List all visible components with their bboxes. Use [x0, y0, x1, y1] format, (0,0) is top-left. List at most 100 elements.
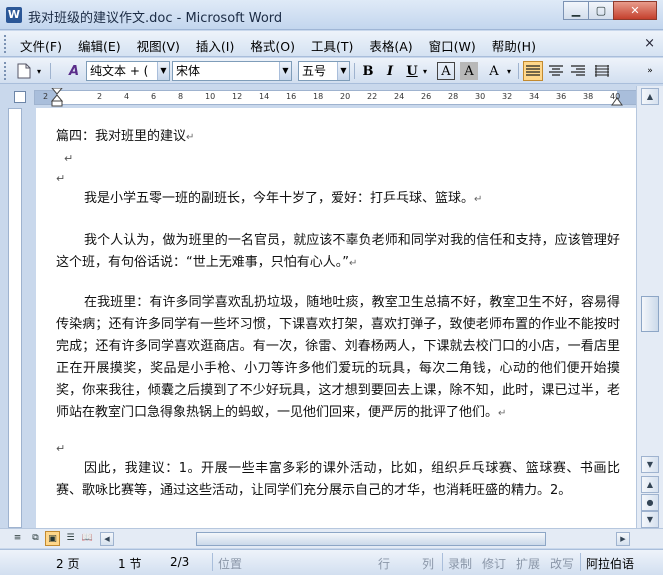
menu-insert[interactable]: 插入(I)	[190, 36, 240, 55]
vertical-scroll-thumb[interactable]	[641, 296, 659, 332]
status-bar: 2 页 1 节 2/3 位置 行 列 录制 修订 扩展 改写 阿拉伯语	[0, 549, 663, 575]
scroll-right-button[interactable]: ▶	[616, 532, 630, 546]
menu-table[interactable]: 表格(A)	[363, 36, 418, 55]
record-macro-indicator[interactable]: 录制	[448, 555, 472, 572]
paragraph-2[interactable]: 我个人认为，做为班里的一名官员，就应该不辜负老师和同学对我的信任和支持，应该管理…	[56, 230, 620, 275]
bold-button[interactable]: B	[358, 61, 378, 81]
chevron-down-icon[interactable]: ▼	[279, 62, 291, 80]
word-app-icon[interactable]: W	[6, 7, 22, 23]
menu-help[interactable]: 帮助(H)	[486, 36, 542, 55]
style-combo[interactable]: 纯文本 + ( ▼	[86, 61, 170, 81]
menu-grip[interactable]	[4, 35, 8, 53]
indent-marker-icon[interactable]	[51, 88, 63, 108]
status-section: 1 节	[118, 557, 142, 571]
menu-format[interactable]: 格式(O)	[244, 36, 301, 55]
tab-selector[interactable]	[14, 91, 26, 103]
character-border-button[interactable]: A	[437, 62, 455, 80]
ruler-tick-label: 4	[124, 92, 130, 101]
chevron-down-icon[interactable]: ▼	[337, 62, 349, 80]
document-page[interactable]: 篇四：我对班里的建议↵ ↵ ↵ 我是小学五零一班的副班长，今年十岁了，爱好：打乒…	[36, 108, 636, 528]
paragraph-3[interactable]: 在我班里：有许多同学喜欢乱扔垃圾，随地吐痰，教室卫生总搞不好，教室卫生不好，容易…	[56, 292, 620, 425]
track-changes-indicator[interactable]: 修订	[482, 555, 506, 572]
normal-view-button[interactable]: ≡	[10, 531, 25, 546]
chevron-down-icon[interactable]: ▼	[157, 62, 169, 80]
vertical-ruler[interactable]	[8, 108, 22, 528]
menu-view[interactable]: 视图(V)	[131, 36, 186, 55]
ruler-tick-label: 30	[475, 92, 486, 101]
text-effect-dropdown[interactable]: ▾	[504, 61, 514, 81]
character-shading-button[interactable]: A	[460, 62, 478, 80]
status-separator	[212, 553, 213, 571]
new-document-button[interactable]	[14, 61, 34, 81]
scroll-up-button[interactable]: ▲	[641, 88, 659, 105]
paragraph-mark-icon: ↵	[186, 132, 195, 143]
status-separator	[580, 553, 581, 571]
menu-file[interactable]: 文件(F)	[14, 36, 68, 55]
extend-selection-indicator[interactable]: 扩展	[516, 555, 540, 572]
ruler-tick-label: 2	[43, 92, 49, 101]
scroll-down-button[interactable]: ▼	[641, 456, 659, 473]
align-center-button[interactable]	[546, 61, 566, 81]
print-layout-view-button[interactable]: ▣	[45, 531, 60, 546]
align-justify-button[interactable]	[523, 61, 543, 81]
document-close-button[interactable]: ×	[644, 36, 655, 51]
vertical-scrollbar[interactable]: ▲ ▼ ▲ ● ▼	[636, 86, 663, 528]
browse-object-button[interactable]: ●	[641, 494, 659, 511]
paragraph-1-text: 我是小学五零一班的副班长，今年十岁了，爱好：打乒乓球、篮球。	[84, 191, 475, 206]
paragraph-heading[interactable]: 篇四：我对班里的建议↵	[56, 126, 620, 149]
paragraph-mark-icon: ↵	[474, 194, 483, 205]
menu-bar: 文件(F) 编辑(E) 视图(V) 插入(I) 格式(O) 工具(T) 表格(A…	[0, 31, 663, 57]
ruler-area: 2 2 4 6 8 10 12 14 16 18 20 22 24 26 28 30 32 34 36 38 40	[0, 86, 663, 108]
styles-pane-button[interactable]: A	[64, 61, 84, 81]
ruler-tick-label: 32	[502, 92, 513, 101]
previous-page-button[interactable]: ▲	[641, 476, 659, 493]
outline-view-button[interactable]: ☰	[63, 531, 78, 546]
paragraph-1[interactable]: 我是小学五零一班的副班长，今年十岁了，爱好：打乒乓球、篮球。↵	[56, 188, 620, 211]
next-page-button[interactable]: ▼	[641, 511, 659, 528]
horizontal-scroll-strip: ≡ ⧉ ▣ ☰ 📖 ◀ ▶	[0, 528, 663, 548]
horizontal-scroll-thumb[interactable]	[196, 532, 546, 546]
close-button[interactable]: ✕	[613, 1, 657, 20]
scroll-left-button[interactable]: ◀	[100, 532, 114, 546]
text-effect-icon: A	[489, 63, 499, 79]
status-position: 位置	[218, 557, 243, 571]
heading-text: 篇四：我对班里的建议	[56, 129, 187, 144]
ruler-tick-label: 20	[340, 92, 351, 101]
toolbar-grip[interactable]	[4, 62, 8, 80]
underline-dropdown[interactable]: ▾	[420, 61, 430, 81]
menu-tools[interactable]: 工具(T)	[305, 36, 359, 55]
reading-view-button[interactable]: 📖	[80, 531, 95, 546]
text-effect-button[interactable]: A	[484, 61, 504, 81]
paragraph-3-text: 在我班里：有许多同学喜欢乱扔垃圾，随地吐痰，教室卫生总搞不好，教室卫生不好，容易…	[56, 295, 620, 420]
toolbar-options-button[interactable]: »	[640, 61, 660, 81]
ruler-tick-label: 18	[313, 92, 324, 101]
styles-icon: A	[68, 63, 80, 79]
ruler-tick-label: 38	[583, 92, 594, 101]
font-size-combo[interactable]: 五号 ▼	[298, 61, 350, 81]
maximize-button[interactable]: ▢	[588, 1, 614, 20]
language-indicator[interactable]: 阿拉伯语	[586, 555, 634, 572]
left-margin-strip	[0, 108, 36, 528]
ruler-tick-label: 14	[259, 92, 270, 101]
distributed-align-button[interactable]	[592, 61, 612, 81]
menu-window[interactable]: 窗口(W)	[423, 36, 482, 55]
menu-edit[interactable]: 编辑(E)	[72, 36, 127, 55]
paragraph-4-text: 因此，我建议：1。开展一些丰富多彩的课外活动，比如，组织乒乓球赛、篮球赛、书画比…	[56, 461, 620, 498]
font-combo[interactable]: 宋体 ▼	[172, 61, 292, 81]
new-document-dropdown[interactable]: ▾	[34, 61, 44, 81]
status-page-of: 2/3	[170, 555, 190, 569]
horizontal-ruler[interactable]: 2 2 4 6 8 10 12 14 16 18 20 22 24 26 28 30 32 34 36 38 40	[34, 88, 640, 108]
align-right-button[interactable]	[568, 61, 588, 81]
paragraph-4[interactable]: 因此，我建议：1。开展一些丰富多彩的课外活动，比如，组织乒乓球赛、篮球赛、书画比…	[56, 458, 620, 502]
web-view-button[interactable]: ⧉	[28, 531, 43, 546]
italic-button[interactable]: I	[380, 61, 400, 81]
underline-button[interactable]: U	[402, 61, 422, 81]
ruler-tick-label: 2	[97, 92, 103, 101]
minimize-button[interactable]: ▁	[563, 1, 589, 20]
status-separator	[442, 553, 443, 571]
title-bar: W 我对班级的建议作文.doc - Microsoft Word ▁ ▢ ✕	[0, 0, 663, 30]
ruler-tick-label: 36	[556, 92, 567, 101]
overtype-indicator[interactable]: 改写	[550, 555, 574, 572]
horizontal-scrollbar[interactable]: ◀ ▶	[100, 532, 630, 546]
toolbar-separator	[354, 63, 355, 79]
